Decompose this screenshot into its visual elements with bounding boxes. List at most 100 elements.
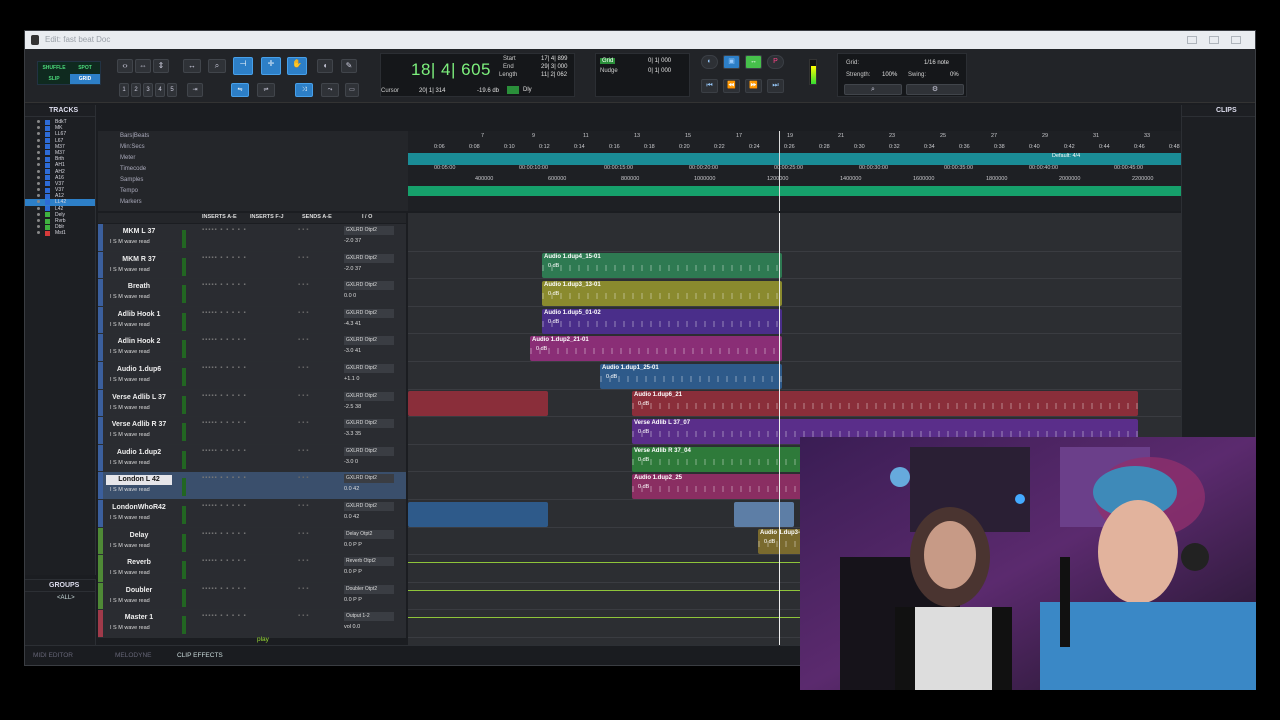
volume-pan-readout[interactable]: -3.3 35 [344,431,361,437]
io-selector[interactable]: GXLRD Otpt2 [344,226,394,235]
track-row[interactable]: Audio 1.dup6 I S M wave read ▪▪▪▪▪ ▪ ▪ ▪ ▪… [98,362,406,390]
volume-pan-readout[interactable]: -3.0 0 [344,459,358,465]
volume-pan-readout[interactable]: 0.0 P P [344,569,362,575]
main-counter[interactable]: 18| 4| 605 [411,60,491,80]
insert-slots[interactable]: ▪▪▪▪▪ ▪ ▪ ▪ ▪ ▪ [202,227,247,233]
tab-midi-editor[interactable]: MIDI EDITOR [33,652,73,659]
track-controls[interactable]: I S M wave read [110,515,150,521]
grid-mode-button[interactable]: GRID [70,74,100,84]
quantize-search-icon[interactable]: ⌕ [844,84,902,95]
io-selector[interactable]: GXLRD Otpt2 [344,446,394,456]
io-selector[interactable]: GXLRD Otpt2 [344,281,394,291]
track-controls[interactable]: I S M wave read [110,294,150,300]
track-row[interactable]: Breath I S M wave read ▪▪▪▪▪ ▪ ▪ ▪ ▪ ▪ ▪▪▪ G… [98,279,406,307]
zoom-preset-3[interactable]: 3 [143,83,153,97]
insert-slots[interactable]: ▪▪▪▪▪ ▪ ▪ ▪ ▪ ▪ [202,586,247,592]
track-controls[interactable]: I S M wave read [110,239,150,245]
track-row[interactable]: Adlin Hook 2 I S M wave read ▪▪▪▪▪ ▪ ▪ ▪ ▪… [98,334,406,362]
track-controls[interactable]: I S M wave read [110,267,150,273]
track-lane[interactable] [408,362,1181,390]
io-selector[interactable]: Output 1-2 [344,612,394,622]
audio-clip[interactable]: Audio 1.dup5_01-020 dB [542,309,782,334]
track-row[interactable]: Verse Adlib R 37 I S M wave read ▪▪▪▪▪ ▪ ▪… [98,417,406,445]
track-name[interactable]: Master 1 [106,613,172,623]
track-name[interactable]: Verse Adlib L 37 [106,393,172,403]
go-to-end-icon[interactable]: ⏭ [767,79,784,93]
track-controls[interactable]: I S M wave read [110,625,150,631]
keyboard-focus-icon[interactable]: ▭ [345,83,359,97]
end-value[interactable]: 29| 3| 000 [541,64,567,70]
volume-pan-readout[interactable]: -3.0 41 [344,348,361,354]
io-selector[interactable]: GXLRD Otpt2 [344,336,394,346]
track-lane[interactable] [408,279,1181,307]
zoom-preset-4[interactable]: 4 [155,83,165,97]
tab-clip-effects[interactable]: CLIP EFFECTS [177,652,223,659]
send-slots[interactable]: ▪▪▪ [298,337,310,343]
track-visibility-dot[interactable] [37,163,40,167]
zoom-toggle-icon[interactable]: ↔ [183,59,201,73]
io-selector[interactable]: GXLRD Otpt2 [344,308,394,318]
send-slots[interactable]: ▪▪▪ [298,420,310,426]
track-controls[interactable]: I S M wave read [110,570,150,576]
io-selector[interactable]: Reverb Otpt2 [344,557,394,567]
scrubber-tool-icon[interactable]: ◖ [317,59,333,73]
track-controls[interactable]: I S M wave read [110,322,150,328]
volume-pan-readout[interactable]: 0.0 P P [344,597,362,603]
io-selector[interactable]: GXLRD Otpt2 [344,391,394,401]
track-visibility-dot[interactable] [37,175,40,179]
volume-pan-readout[interactable]: vol 0.0 [344,624,360,630]
insert-slots[interactable]: ▪▪▪▪▪ ▪ ▪ ▪ ▪ ▪ [202,613,247,619]
track-row[interactable]: MKM R 37 I S M wave read ▪▪▪▪▪ ▪ ▪ ▪ ▪ ▪ ▪▪… [98,251,406,280]
track-controls[interactable]: I S M wave read [110,543,150,549]
send-slots[interactable]: ▪▪▪ [298,586,310,592]
track-controls[interactable]: I S M wave read [110,349,150,355]
track-name[interactable]: Reverb [106,558,172,568]
io-selector[interactable]: GXLRD Otpt2 [344,253,394,263]
insert-slots[interactable]: ▪▪▪▪▪ ▪ ▪ ▪ ▪ ▪ [202,503,247,509]
track-name[interactable]: Audio 1.dup6 [106,365,172,375]
playhead-line[interactable] [779,213,780,647]
track-visibility-dot[interactable] [37,126,40,130]
insert-slots[interactable]: ▪▪▪▪▪ ▪ ▪ ▪ ▪ ▪ [202,337,247,343]
grid-value[interactable]: 0| 1| 000 [648,58,671,64]
audio-clip[interactable]: Audio 1.dup4_15-010 dB [542,253,782,278]
punch-icon[interactable]: P [767,55,784,69]
io-selector[interactable]: GXLRD Otpt2 [344,364,394,373]
mirror-midi-icon[interactable]: ⤨ [295,83,313,97]
track-controls[interactable]: I S M wave read [110,598,150,604]
send-slots[interactable]: ▪▪▪ [298,365,310,371]
track-row[interactable]: London L 42 I S M wave read ▪▪▪▪▪ ▪ ▪ ▪ ▪ … [98,472,406,500]
send-slots[interactable]: ▪▪▪ [298,227,310,233]
send-slots[interactable]: ▪▪▪ [298,282,310,288]
track-controls[interactable]: I S M wave read [110,377,150,383]
track-visibility-dot[interactable] [37,132,40,136]
track-name[interactable]: Doubler [106,586,172,596]
insert-slots[interactable]: ▪▪▪▪▪ ▪ ▪ ▪ ▪ ▪ [202,365,247,371]
track-controls[interactable]: I S M wave read [110,460,150,466]
link-track-icon[interactable]: ⇌ [257,83,275,97]
fast-forward-icon[interactable]: ⏩ [745,79,762,93]
automation-follows-icon[interactable]: ⤳ [321,83,339,97]
insert-slots[interactable]: ▪▪▪▪▪ ▪ ▪ ▪ ▪ ▪ [202,255,247,261]
return-to-zero-icon[interactable]: ⏮ [701,79,718,93]
settings-gear-icon[interactable]: ⚙ [906,84,964,95]
tab-to-transient-icon[interactable]: ⇥ [187,83,203,97]
zoomer-tool-icon[interactable]: ⌕ [208,59,226,73]
volume-pan-readout[interactable]: +1.1 0 [344,376,359,382]
track-name[interactable]: MKM R 37 [106,255,172,265]
start-value[interactable]: 17| 4| 899 [541,56,567,62]
grabber-tool-icon[interactable]: ✋ [287,57,307,75]
send-slots[interactable]: ▪▪▪ [298,558,310,564]
link-timeline-icon[interactable]: ⇋ [231,83,249,97]
volume-pan-readout[interactable]: 0.0 42 [344,514,359,520]
insert-slots[interactable]: ▪▪▪▪▪ ▪ ▪ ▪ ▪ ▪ [202,448,247,454]
online-icon[interactable]: ◐ [701,55,718,69]
track-name[interactable]: Breath [106,282,172,292]
track-name[interactable]: Adlib Hook 1 [106,310,172,320]
track-visibility-dot[interactable] [37,231,40,235]
tab-melodyne[interactable]: MELODYNE [115,652,151,659]
grid-label[interactable]: Grid [600,58,616,64]
insert-slots[interactable]: ▪▪▪▪▪ ▪ ▪ ▪ ▪ ▪ [202,475,247,481]
prepost-roll-indicator[interactable] [507,86,519,94]
track-visibility-dot[interactable] [37,194,40,198]
